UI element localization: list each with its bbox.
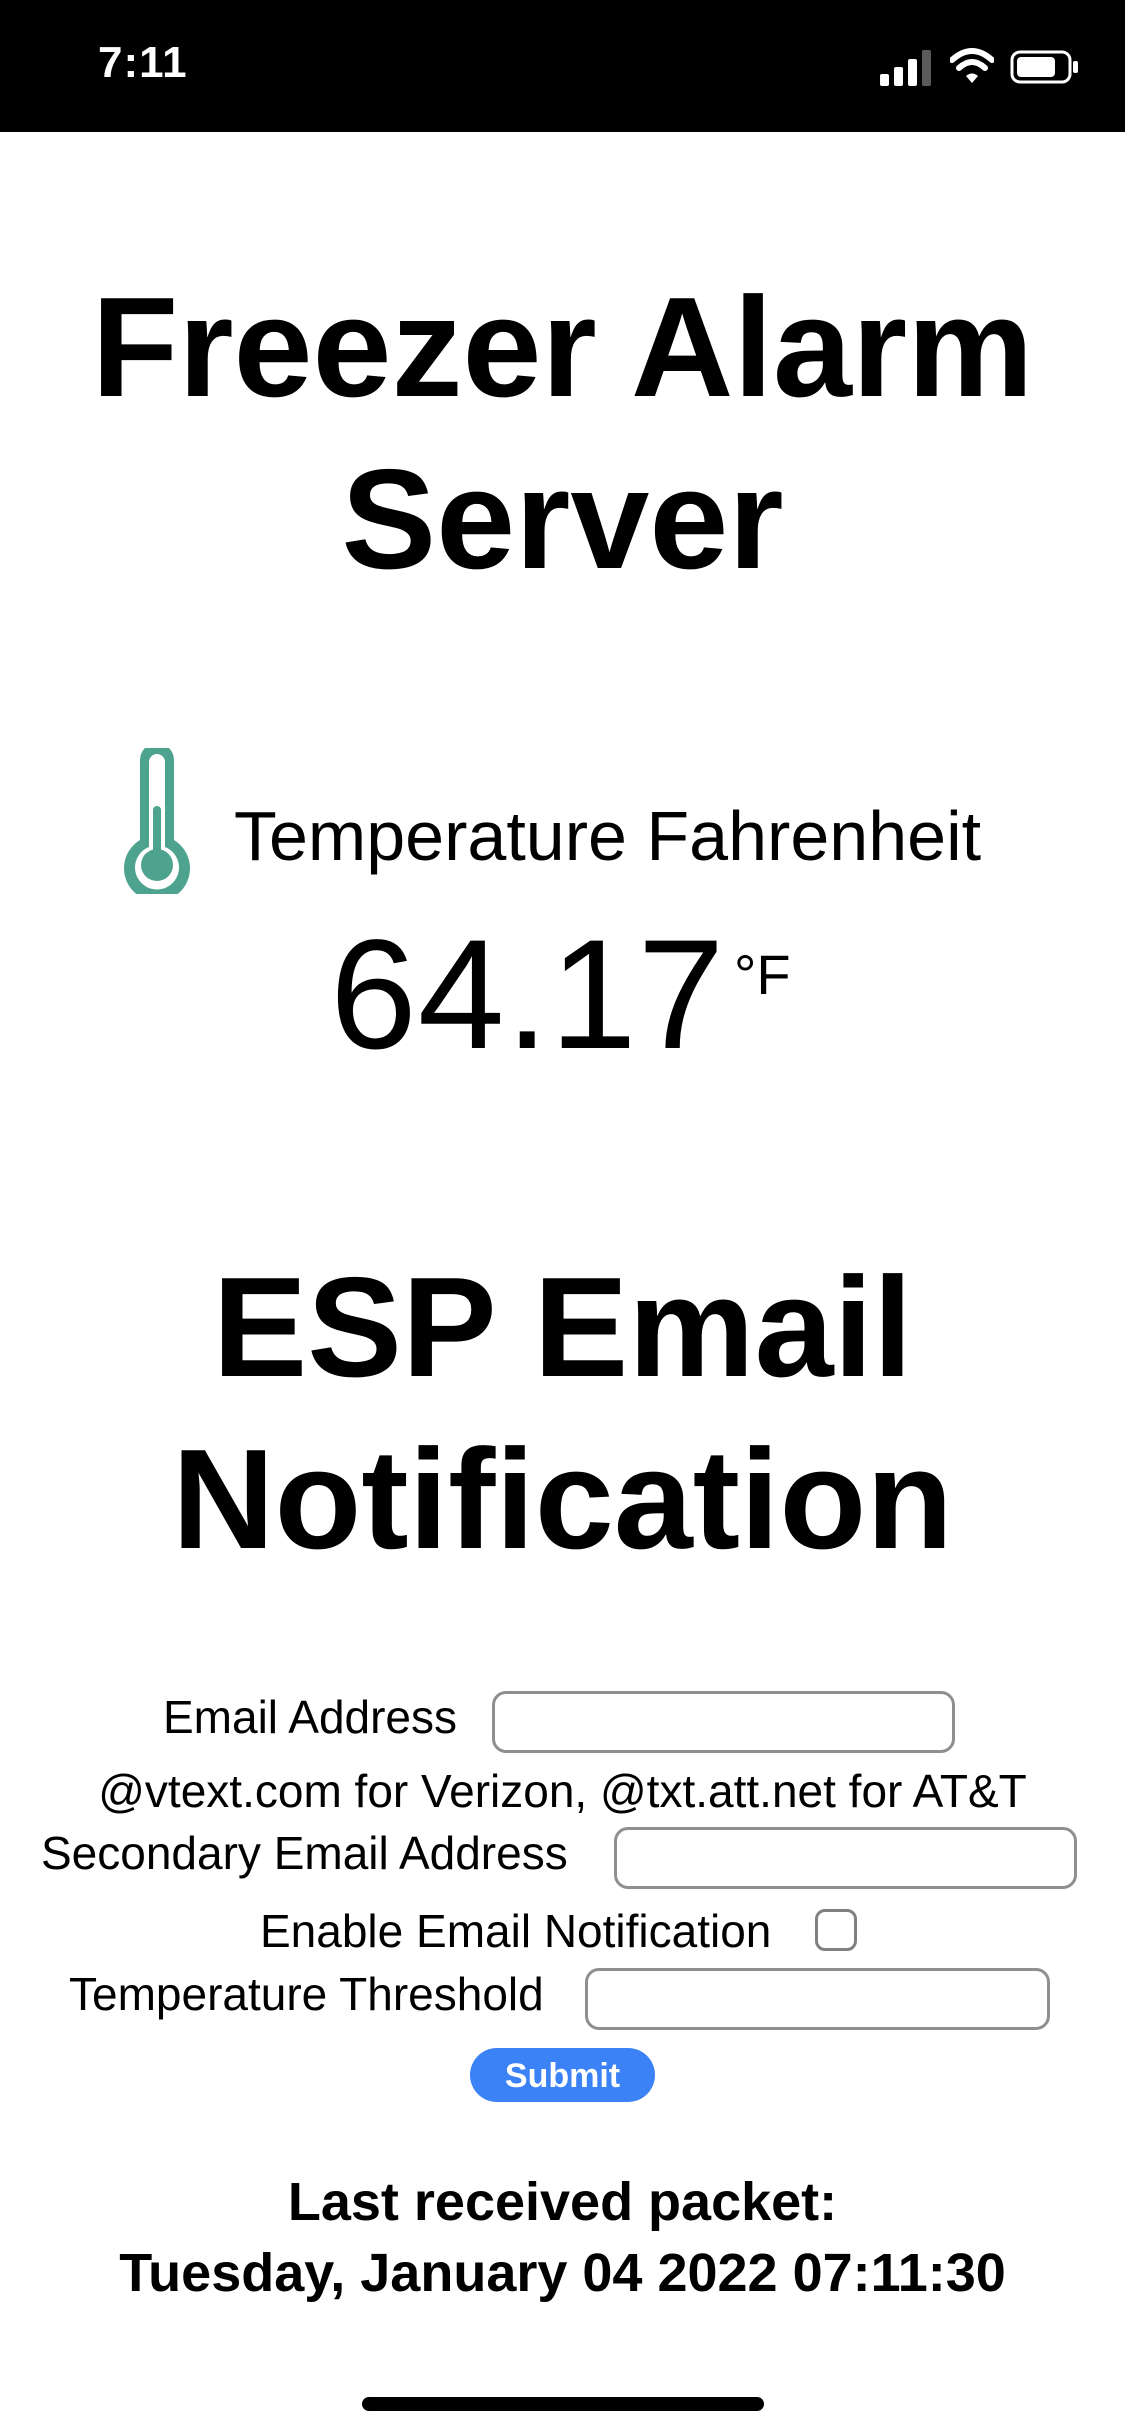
section-title-line-1: ESP Email	[212, 1248, 913, 1407]
signal-icon	[880, 50, 931, 86]
section-title: ESP Email Notification	[0, 1242, 1125, 1586]
last-packet-label: Last received packet:	[287, 2172, 838, 2232]
status-bar: 7:11	[0, 0, 1125, 132]
temperature-threshold-label: Temperature Threshold	[69, 1968, 544, 2020]
enable-notification-label: Enable Email Notification	[260, 1905, 772, 1957]
temperature-label: Temperature Fahrenheit	[234, 797, 982, 875]
last-packet-timestamp: Tuesday, January 04 2022 07:11:30	[119, 2243, 1006, 2303]
battery-icon	[1010, 50, 1078, 84]
secondary-email-label: Secondary Email Address	[41, 1827, 568, 1879]
enable-notification-checkbox[interactable]	[815, 1909, 857, 1951]
temperature-threshold-input[interactable]	[585, 1968, 1050, 2030]
page-title-line-2: Server	[341, 440, 784, 599]
home-indicator[interactable]	[362, 2397, 764, 2411]
section-title-line-2: Notification	[172, 1420, 953, 1579]
email-address-label: Email Address	[163, 1691, 458, 1743]
email-address-input[interactable]	[492, 1691, 955, 1753]
secondary-email-input[interactable]	[614, 1827, 1077, 1889]
carrier-hint: @vtext.com for Verizon, @txt.att.net for…	[98, 1765, 1027, 1817]
submit-button[interactable]: Submit	[470, 2048, 655, 2102]
temperature-unit: °F	[734, 943, 791, 1006]
status-time: 7:11	[98, 38, 188, 87]
thermometer-icon	[124, 748, 190, 894]
wifi-icon	[950, 48, 994, 83]
page-title: Freezer Alarm Server	[0, 262, 1125, 606]
page-title-line-1: Freezer Alarm	[91, 268, 1034, 427]
temperature-value: 64.17	[330, 908, 726, 1082]
